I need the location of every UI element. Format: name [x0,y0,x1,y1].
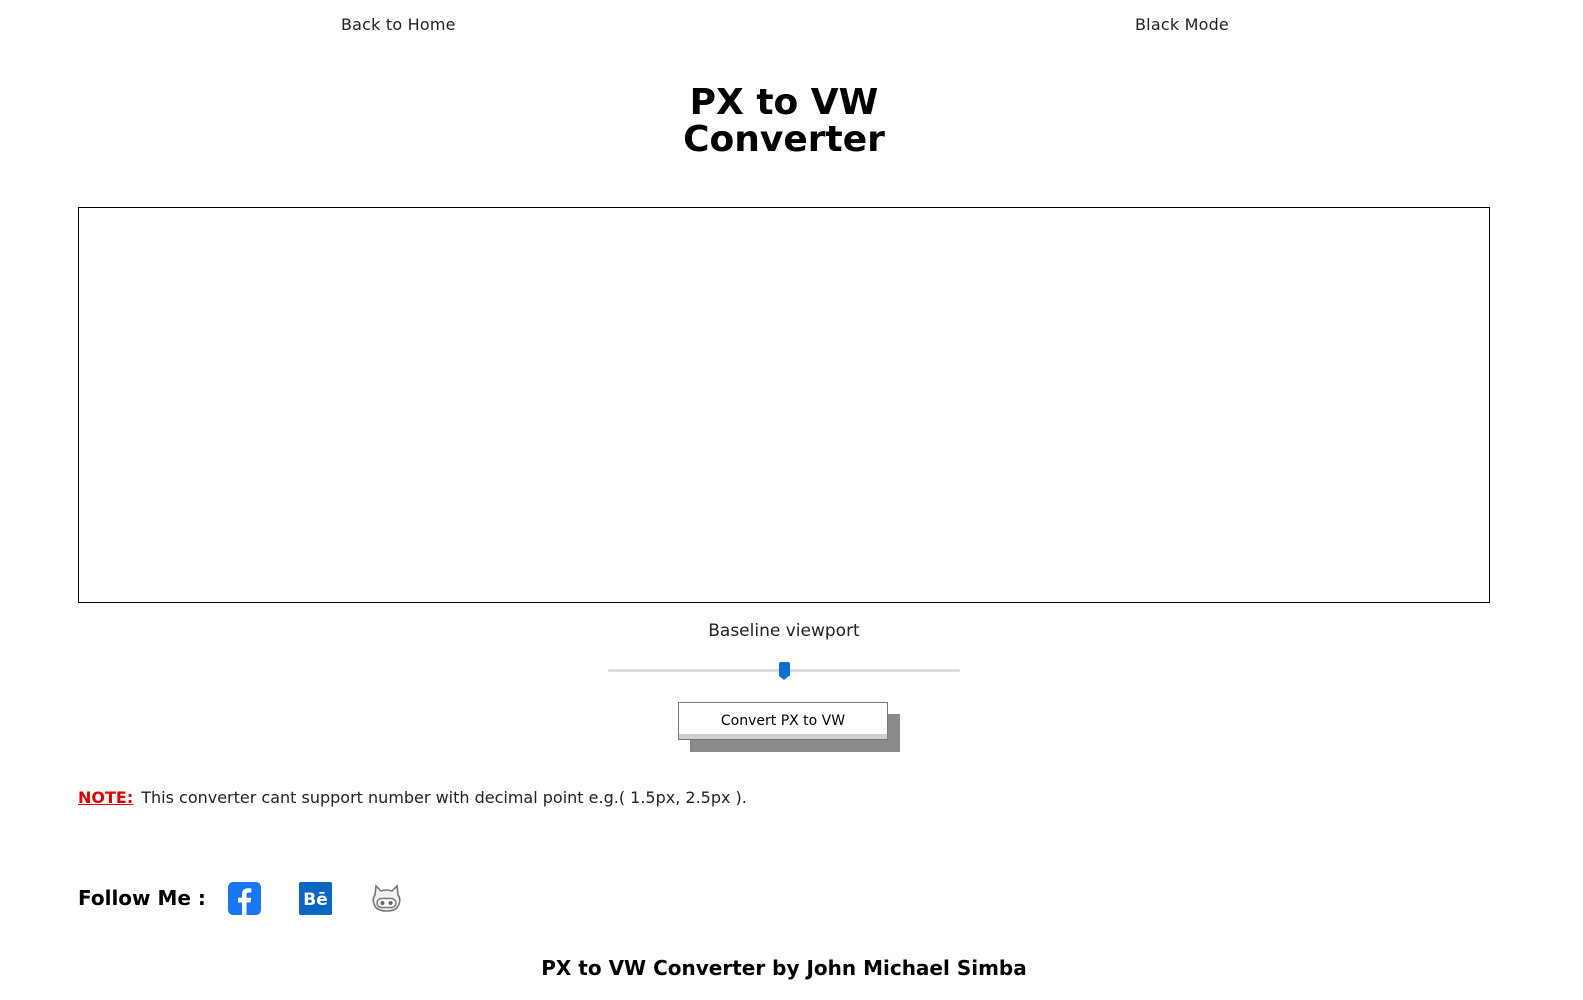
page-title: PX to VW Converter [0,84,1568,158]
page-title-line2: Converter [683,119,885,160]
behance-icon[interactable]: Bē [298,881,332,915]
follow-label: Follow Me : [78,886,206,910]
baseline-viewport-label: Baseline viewport [708,621,860,641]
css-input-textarea[interactable] [78,207,1490,603]
convert-button-label: Convert PX to VW [720,713,846,729]
github-icon[interactable] [370,882,403,915]
back-to-home-link[interactable]: Back to Home [341,15,456,34]
note: NOTE: This converter cant support number … [78,788,747,807]
svg-text:Bē: Bē [303,890,328,910]
black-mode-toggle[interactable]: Black Mode [1135,15,1229,34]
facebook-icon[interactable] [227,881,261,915]
baseline-viewport-slider[interactable] [608,660,960,682]
convert-button-base [679,734,887,739]
note-label: NOTE: [78,788,134,807]
slider-thumb[interactable] [779,662,790,680]
page-title-line1: PX to VW [689,82,879,123]
footer-credit: PX to VW Converter by John Michael Simba [541,956,1027,980]
page: Back to Home Black Mode PX to VW Convert… [0,0,1583,1000]
convert-button[interactable]: Convert PX to VW [678,702,888,740]
follow-section: Follow Me : Bē [78,880,441,916]
note-text: This converter cant support number with … [141,788,747,807]
